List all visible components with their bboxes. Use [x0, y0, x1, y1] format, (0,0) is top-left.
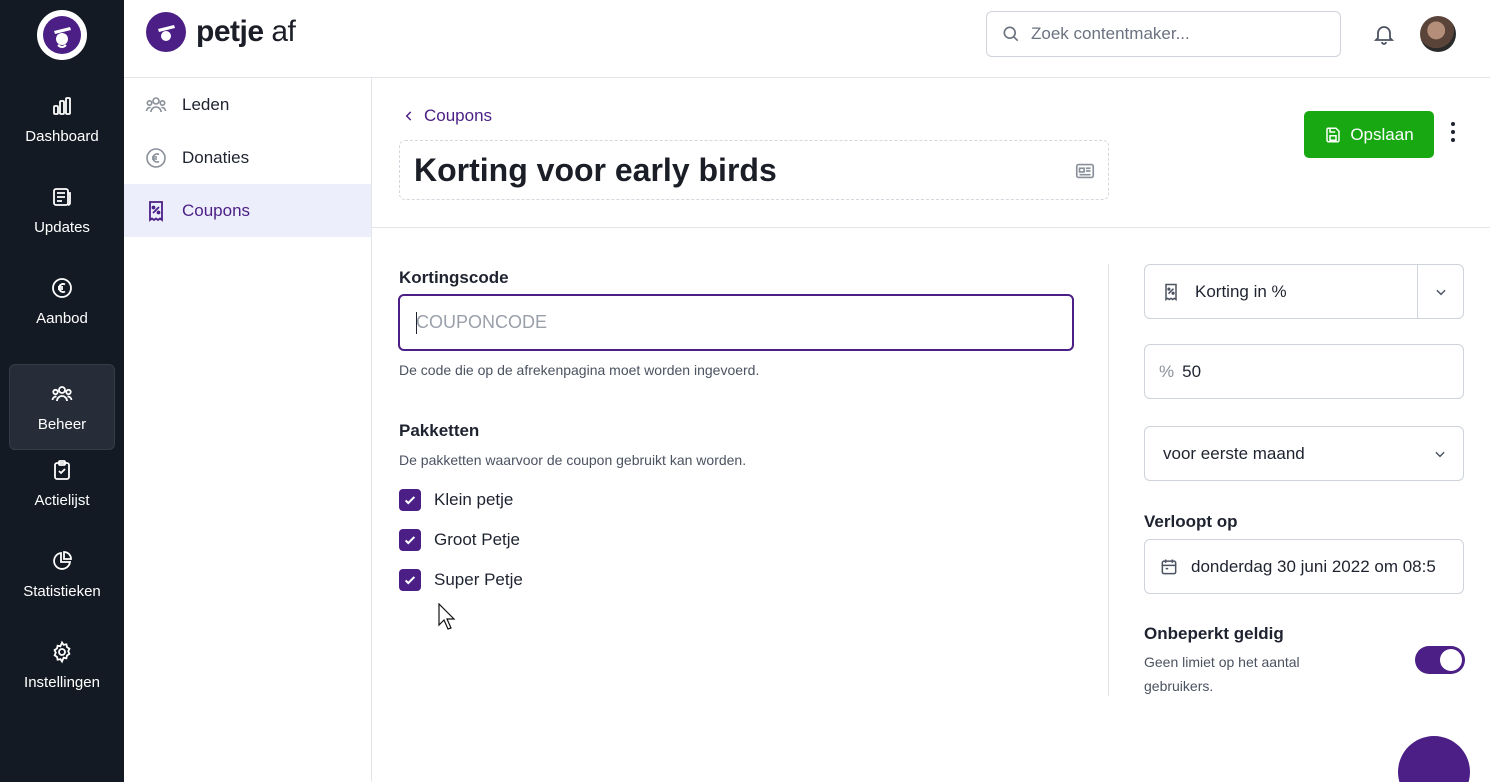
discount-type-value: Korting in % — [1195, 281, 1287, 301]
checkbox[interactable] — [399, 489, 421, 511]
save-button[interactable]: Opslaan — [1304, 111, 1434, 158]
petje-af-logo[interactable] — [37, 10, 87, 60]
rail-item-actielijst[interactable]: Actielijst — [9, 440, 115, 526]
gear-icon — [53, 640, 71, 663]
save-icon — [1326, 127, 1341, 142]
rail-item-updates[interactable]: Updates — [9, 167, 115, 253]
calendar-icon — [1161, 559, 1177, 574]
euro-icon — [146, 147, 166, 168]
coupon-title-field[interactable]: Korting voor early birds — [399, 140, 1109, 200]
package-option[interactable]: Klein petje — [399, 489, 513, 511]
expires-label: Verloopt op — [1144, 512, 1238, 531]
rail-item-beheer[interactable]: Beheer — [9, 364, 115, 450]
package-label: Groot Petje — [434, 530, 520, 549]
sub-item-label: Leden — [182, 94, 230, 114]
sub-item-label: Donaties — [182, 147, 250, 167]
save-button-label: Opslaan — [1350, 124, 1414, 144]
package-label: Klein petje — [434, 490, 514, 509]
percent-prefix: % — [1159, 361, 1175, 381]
package-option[interactable]: Super Petje — [399, 569, 523, 591]
sub-item-label: Coupons — [182, 200, 251, 220]
packages-label: Pakketten — [399, 421, 480, 440]
avatar[interactable] — [1420, 16, 1456, 52]
users-icon — [51, 385, 73, 401]
top-bar: petje af Zoek contentmaker... — [124, 0, 1490, 78]
pie-chart-icon — [53, 550, 72, 570]
search-box[interactable]: Zoek contentmaker... — [986, 11, 1341, 57]
mouse-cursor-icon — [438, 603, 456, 630]
rail-item-label: Actielijst — [34, 491, 90, 509]
checkbox[interactable] — [399, 529, 421, 551]
sub-item-donaties[interactable]: Donaties — [124, 131, 371, 184]
rail-item-dashboard[interactable]: Dashboard — [9, 76, 115, 162]
checkmark-icon — [404, 536, 416, 545]
more-options-icon[interactable] — [1448, 122, 1458, 146]
duration-value: voor eerste maand — [1163, 443, 1305, 463]
search-icon — [1003, 26, 1019, 42]
code-label: Kortingscode — [399, 268, 509, 287]
checkbox[interactable] — [399, 569, 421, 591]
divider — [1108, 264, 1109, 696]
clipboard-check-icon — [54, 459, 70, 480]
brand-wordmark: petje af — [196, 15, 296, 48]
rail-item-label: Beheer — [37, 415, 87, 433]
divider — [372, 227, 1490, 228]
rail-item-label: Instellingen — [24, 673, 100, 691]
main-rail: Dashboard Updates Aanbod Beheer Actielij… — [0, 0, 124, 782]
coupon-code-input[interactable] — [416, 312, 1072, 333]
text-caret — [416, 312, 417, 334]
packages-help: De pakketten waarvoor de coupon gebruikt… — [399, 452, 747, 468]
coupon-icon — [149, 200, 163, 222]
page-title[interactable]: Korting voor early birds — [414, 152, 777, 189]
expires-date-field[interactable]: donderdag 30 juni 2022 om 08:5 — [1144, 539, 1464, 594]
rail-item-statistieken[interactable]: Statistieken — [9, 531, 115, 617]
bar-chart-icon — [53, 96, 71, 115]
coupon-code-field[interactable] — [398, 294, 1074, 351]
unlimited-toggle[interactable] — [1415, 646, 1465, 674]
main-content: Coupons Korting voor early birds Opslaan… — [372, 78, 1490, 782]
sub-menu: Leden Donaties Coupons — [124, 78, 372, 782]
back-link-label: Coupons — [424, 106, 493, 125]
sub-item-coupons[interactable]: Coupons — [124, 184, 371, 237]
sub-item-leden[interactable]: Leden — [124, 78, 371, 131]
duration-select[interactable]: voor eerste maand — [1144, 426, 1464, 481]
chevron-down-icon[interactable] — [1417, 265, 1463, 318]
logo-icon — [43, 16, 81, 54]
id-card-icon[interactable] — [1074, 160, 1096, 182]
discount-type-select[interactable]: Korting in % — [1144, 264, 1464, 319]
chat-launcher-button[interactable] — [1398, 736, 1470, 782]
rail-item-label: Aanbod — [36, 309, 88, 327]
rail-item-label: Dashboard — [25, 127, 99, 145]
coupon-icon — [1165, 283, 1177, 301]
euro-icon — [52, 277, 72, 298]
rail-item-label: Statistieken — [23, 582, 101, 600]
checkmark-icon — [404, 496, 416, 505]
rail-item-instellingen[interactable]: Instellingen — [9, 622, 115, 708]
checkmark-icon — [404, 576, 416, 585]
percent-input[interactable]: 50 — [1182, 362, 1201, 382]
unlimited-help: Geen limiet op het aantal gebruikers. — [1144, 654, 1300, 694]
code-help: De code die op de afrekenpagina moet wor… — [399, 362, 760, 378]
newspaper-icon — [53, 187, 71, 206]
users-icon — [145, 96, 167, 112]
percent-field[interactable]: % 50 — [1144, 344, 1464, 399]
package-option[interactable]: Groot Petje — [399, 529, 520, 551]
bell-icon[interactable] — [1372, 22, 1396, 46]
brand[interactable]: petje af — [146, 12, 296, 52]
back-link[interactable]: Coupons — [402, 106, 492, 126]
package-label: Super Petje — [434, 570, 523, 589]
search-input[interactable]: Zoek contentmaker... — [1031, 24, 1190, 44]
unlimited-label: Onbeperkt geldig — [1144, 624, 1284, 643]
expires-date-value[interactable]: donderdag 30 juni 2022 om 08:5 — [1191, 557, 1436, 577]
chevron-left-icon — [405, 111, 412, 121]
chevron-down-icon[interactable] — [1417, 427, 1463, 480]
rail-item-label: Updates — [34, 218, 90, 236]
brand-logo-icon — [146, 12, 186, 52]
rail-item-aanbod[interactable]: Aanbod — [9, 258, 115, 344]
